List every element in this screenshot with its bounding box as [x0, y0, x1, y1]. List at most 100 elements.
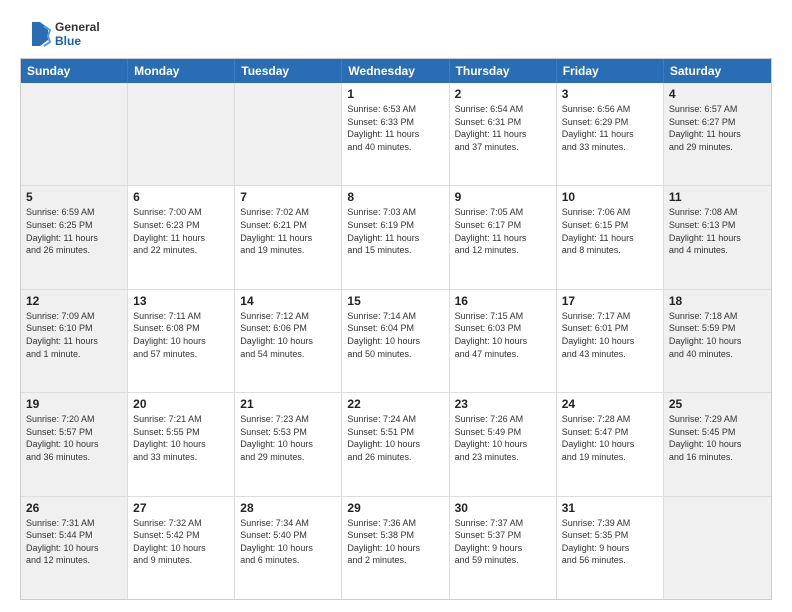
day-number-9: 9: [455, 190, 551, 204]
day-number-31: 31: [562, 501, 658, 515]
cal-cell-2-6: 10 Sunrise: 7:06 AM Sunset: 6:15 PM Dayli…: [557, 186, 664, 288]
cal-cell-4-2: 20 Sunrise: 7:21 AM Sunset: 5:55 PM Dayli…: [128, 393, 235, 495]
cell-info-28: Sunrise: 7:34 AM Sunset: 5:40 PM Dayligh…: [240, 517, 336, 567]
cell-info-22: Sunrise: 7:24 AM Sunset: 5:51 PM Dayligh…: [347, 413, 443, 463]
header-tuesday: Tuesday: [235, 59, 342, 83]
cal-cell-5-5: 30 Sunrise: 7:37 AM Sunset: 5:37 PM Dayli…: [450, 497, 557, 599]
cell-info-18: Sunrise: 7:18 AM Sunset: 5:59 PM Dayligh…: [669, 310, 766, 360]
calendar-body: 1 Sunrise: 6:53 AM Sunset: 6:33 PM Daylig…: [21, 83, 771, 599]
cell-info-15: Sunrise: 7:14 AM Sunset: 6:04 PM Dayligh…: [347, 310, 443, 360]
day-number-3: 3: [562, 87, 658, 101]
cell-info-1: Sunrise: 6:53 AM Sunset: 6:33 PM Dayligh…: [347, 103, 443, 153]
day-number-11: 11: [669, 190, 766, 204]
day-number-19: 19: [26, 397, 122, 411]
cal-cell-2-5: 9 Sunrise: 7:05 AM Sunset: 6:17 PM Daylig…: [450, 186, 557, 288]
day-number-10: 10: [562, 190, 658, 204]
logo-svg: [20, 18, 52, 50]
day-number-30: 30: [455, 501, 551, 515]
cal-cell-2-3: 7 Sunrise: 7:02 AM Sunset: 6:21 PM Daylig…: [235, 186, 342, 288]
cal-row-5: 26 Sunrise: 7:31 AM Sunset: 5:44 PM Dayli…: [21, 496, 771, 599]
cell-info-27: Sunrise: 7:32 AM Sunset: 5:42 PM Dayligh…: [133, 517, 229, 567]
day-number-13: 13: [133, 294, 229, 308]
day-number-21: 21: [240, 397, 336, 411]
day-number-18: 18: [669, 294, 766, 308]
cell-info-25: Sunrise: 7:29 AM Sunset: 5:45 PM Dayligh…: [669, 413, 766, 463]
cell-info-14: Sunrise: 7:12 AM Sunset: 6:06 PM Dayligh…: [240, 310, 336, 360]
cal-cell-1-7: 4Sunrise: 6:57 AM Sunset: 6:27 PM Daylig…: [664, 83, 771, 185]
day-number-6: 6: [133, 190, 229, 204]
cal-cell-5-6: 31 Sunrise: 7:39 AM Sunset: 5:35 PM Dayli…: [557, 497, 664, 599]
day-number-24: 24: [562, 397, 658, 411]
calendar-header: SundayMondayTuesdayWednesdayThursdayFrid…: [21, 59, 771, 83]
cell-info-8: Sunrise: 7:03 AM Sunset: 6:19 PM Dayligh…: [347, 206, 443, 256]
header: General Blue: [20, 18, 772, 50]
cal-cell-1-4: 1 Sunrise: 6:53 AM Sunset: 6:33 PM Daylig…: [342, 83, 449, 185]
logo-general: General: [55, 20, 100, 34]
day-number-28: 28: [240, 501, 336, 515]
day-number-29: 29: [347, 501, 443, 515]
day-number-8: 8: [347, 190, 443, 204]
page: General Blue SundayMondayTuesdayWednesda…: [0, 0, 792, 612]
cell-info-12: Sunrise: 7:09 AM Sunset: 6:10 PM Dayligh…: [26, 310, 122, 360]
cell-info-7: Sunrise: 7:02 AM Sunset: 6:21 PM Dayligh…: [240, 206, 336, 256]
cell-info-20: Sunrise: 7:21 AM Sunset: 5:55 PM Dayligh…: [133, 413, 229, 463]
cell-info-30: Sunrise: 7:37 AM Sunset: 5:37 PM Dayligh…: [455, 517, 551, 567]
day-number-16: 16: [455, 294, 551, 308]
cell-info-29: Sunrise: 7:36 AM Sunset: 5:38 PM Dayligh…: [347, 517, 443, 567]
cal-cell-4-6: 24 Sunrise: 7:28 AM Sunset: 5:47 PM Dayli…: [557, 393, 664, 495]
day-number-5: 5: [26, 190, 122, 204]
cal-cell-4-7: 25 Sunrise: 7:29 AM Sunset: 5:45 PM Dayli…: [664, 393, 771, 495]
cal-cell-3-4: 15Sunrise: 7:14 AM Sunset: 6:04 PM Dayli…: [342, 290, 449, 392]
cal-row-1: 1 Sunrise: 6:53 AM Sunset: 6:33 PM Daylig…: [21, 83, 771, 185]
cell-info-11: Sunrise: 7:08 AM Sunset: 6:13 PM Dayligh…: [669, 206, 766, 256]
cal-cell-5-7: [664, 497, 771, 599]
day-number-26: 26: [26, 501, 122, 515]
cell-info-10: Sunrise: 7:06 AM Sunset: 6:15 PM Dayligh…: [562, 206, 658, 256]
cal-cell-2-7: 11 Sunrise: 7:08 AM Sunset: 6:13 PM Dayli…: [664, 186, 771, 288]
day-number-7: 7: [240, 190, 336, 204]
calendar: SundayMondayTuesdayWednesdayThursdayFrid…: [20, 58, 772, 600]
cell-info-19: Sunrise: 7:20 AM Sunset: 5:57 PM Dayligh…: [26, 413, 122, 463]
cal-cell-2-1: 5Sunrise: 6:59 AM Sunset: 6:25 PM Daylig…: [21, 186, 128, 288]
cell-info-26: Sunrise: 7:31 AM Sunset: 5:44 PM Dayligh…: [26, 517, 122, 567]
cell-info-24: Sunrise: 7:28 AM Sunset: 5:47 PM Dayligh…: [562, 413, 658, 463]
day-number-2: 2: [455, 87, 551, 101]
cal-cell-1-6: 3 Sunrise: 6:56 AM Sunset: 6:29 PM Daylig…: [557, 83, 664, 185]
day-number-14: 14: [240, 294, 336, 308]
cal-cell-4-5: 23 Sunrise: 7:26 AM Sunset: 5:49 PM Dayli…: [450, 393, 557, 495]
cal-cell-3-5: 16 Sunrise: 7:15 AM Sunset: 6:03 PM Dayli…: [450, 290, 557, 392]
cal-cell-5-1: 26 Sunrise: 7:31 AM Sunset: 5:44 PM Dayli…: [21, 497, 128, 599]
logo: General Blue: [20, 18, 100, 50]
cal-cell-2-4: 8 Sunrise: 7:03 AM Sunset: 6:19 PM Daylig…: [342, 186, 449, 288]
cal-row-3: 12Sunrise: 7:09 AM Sunset: 6:10 PM Dayli…: [21, 289, 771, 392]
cal-cell-4-4: 22 Sunrise: 7:24 AM Sunset: 5:51 PM Dayli…: [342, 393, 449, 495]
day-number-25: 25: [669, 397, 766, 411]
cal-cell-1-3: [235, 83, 342, 185]
day-number-1: 1: [347, 87, 443, 101]
cell-info-13: Sunrise: 7:11 AM Sunset: 6:08 PM Dayligh…: [133, 310, 229, 360]
cal-cell-3-7: 18 Sunrise: 7:18 AM Sunset: 5:59 PM Dayli…: [664, 290, 771, 392]
cell-info-23: Sunrise: 7:26 AM Sunset: 5:49 PM Dayligh…: [455, 413, 551, 463]
cal-row-2: 5Sunrise: 6:59 AM Sunset: 6:25 PM Daylig…: [21, 185, 771, 288]
cell-info-6: Sunrise: 7:00 AM Sunset: 6:23 PM Dayligh…: [133, 206, 229, 256]
cell-info-21: Sunrise: 7:23 AM Sunset: 5:53 PM Dayligh…: [240, 413, 336, 463]
cal-cell-3-6: 17Sunrise: 7:17 AM Sunset: 6:01 PM Dayli…: [557, 290, 664, 392]
day-number-4: 4: [669, 87, 766, 101]
cal-cell-4-3: 21 Sunrise: 7:23 AM Sunset: 5:53 PM Dayli…: [235, 393, 342, 495]
cell-info-31: Sunrise: 7:39 AM Sunset: 5:35 PM Dayligh…: [562, 517, 658, 567]
cal-cell-2-2: 6 Sunrise: 7:00 AM Sunset: 6:23 PM Daylig…: [128, 186, 235, 288]
cell-info-3: Sunrise: 6:56 AM Sunset: 6:29 PM Dayligh…: [562, 103, 658, 153]
cell-info-17: Sunrise: 7:17 AM Sunset: 6:01 PM Dayligh…: [562, 310, 658, 360]
header-friday: Friday: [557, 59, 664, 83]
header-sunday: Sunday: [21, 59, 128, 83]
day-number-23: 23: [455, 397, 551, 411]
cal-cell-3-1: 12Sunrise: 7:09 AM Sunset: 6:10 PM Dayli…: [21, 290, 128, 392]
cell-info-16: Sunrise: 7:15 AM Sunset: 6:03 PM Dayligh…: [455, 310, 551, 360]
cal-cell-1-5: 2 Sunrise: 6:54 AM Sunset: 6:31 PM Daylig…: [450, 83, 557, 185]
cell-info-9: Sunrise: 7:05 AM Sunset: 6:17 PM Dayligh…: [455, 206, 551, 256]
header-monday: Monday: [128, 59, 235, 83]
day-number-22: 22: [347, 397, 443, 411]
day-number-20: 20: [133, 397, 229, 411]
logo-blue: Blue: [55, 34, 100, 48]
cell-info-2: Sunrise: 6:54 AM Sunset: 6:31 PM Dayligh…: [455, 103, 551, 153]
